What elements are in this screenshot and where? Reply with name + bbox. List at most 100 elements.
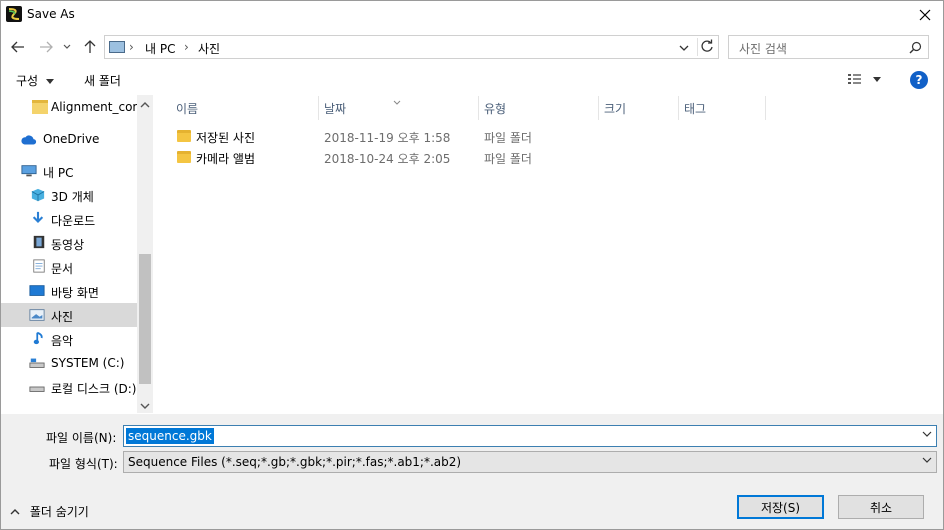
hide-folders-button[interactable]: 폴더 숨기기	[10, 503, 89, 520]
arrow-left-icon	[11, 41, 24, 53]
nav-item-label: 다운로드	[51, 214, 96, 228]
nav-item-3d-objects[interactable]: 3D 개체	[0, 183, 137, 207]
column-divider[interactable]	[598, 96, 599, 120]
nav-item-desktop[interactable]: 바탕 화면	[0, 279, 137, 303]
chevron-down-icon	[922, 457, 932, 463]
nav-item-label: 내 PC	[43, 166, 74, 180]
recent-locations-button[interactable]	[60, 36, 74, 58]
computer-icon	[21, 165, 37, 177]
column-header-date[interactable]: 날짜	[324, 100, 346, 117]
drive-icon	[29, 358, 45, 368]
scrollbar-thumb[interactable]	[139, 254, 151, 384]
navigation-pane: Alignment_com OneDrive 내 PC 3D 개체 다운로드 동…	[0, 95, 152, 413]
folder-icon	[177, 130, 191, 142]
filetype-label: 파일 형식(T):	[49, 457, 118, 471]
pictures-icon	[29, 309, 45, 321]
file-type: 파일 폴더	[484, 152, 532, 166]
filename-field[interactable]: sequence.gbk	[123, 425, 937, 447]
folder-icon	[177, 151, 191, 163]
nav-item-label: Alignment_com	[51, 100, 145, 114]
help-button[interactable]: ?	[910, 71, 928, 89]
nav-item-label: 문서	[51, 262, 74, 276]
nav-item-this-pc[interactable]: 내 PC	[0, 159, 137, 183]
column-header-tags[interactable]: 태그	[684, 100, 706, 117]
address-bar[interactable]: › 내 PC › 사진	[104, 35, 719, 59]
search-placeholder: 사진 검색	[739, 42, 787, 56]
nav-item-videos[interactable]: 동영상	[0, 231, 137, 255]
address-dropdown[interactable]	[679, 41, 689, 55]
sort-indicator	[393, 94, 401, 108]
close-button[interactable]	[910, 2, 940, 28]
nav-item-alignment-com[interactable]: Alignment_com	[0, 95, 144, 119]
desktop-icon	[29, 285, 45, 296]
chevron-down-icon[interactable]	[922, 430, 932, 438]
arrow-right-icon	[40, 41, 53, 53]
scroll-up-button[interactable]	[139, 99, 151, 113]
cancel-button[interactable]: 취소	[838, 495, 924, 519]
breadcrumb-item[interactable]: 내 PC	[145, 40, 175, 57]
view-options-button[interactable]	[846, 72, 886, 89]
breadcrumb-separator: ›	[184, 40, 189, 54]
filename-label: 파일 이름(N):	[46, 431, 117, 445]
details-view-icon	[848, 74, 881, 84]
nav-item-label: SYSTEM (C:)	[51, 356, 125, 370]
filetype-value: Sequence Files (*.seq;*.gb;*.gbk;*.pir;*…	[128, 455, 462, 469]
nav-item-drive-d[interactable]: 로컬 디스크 (D:)	[0, 375, 137, 399]
column-header-name[interactable]: 이름	[176, 100, 198, 117]
refresh-icon	[701, 39, 713, 52]
nav-item-label: 음악	[51, 334, 74, 348]
nav-item-label: 사진	[51, 310, 74, 324]
nav-item-label: 동영상	[51, 238, 85, 252]
breadcrumb-item[interactable]: 사진	[198, 40, 220, 57]
file-date: 2018-11-19 오후 1:58	[324, 131, 451, 145]
new-folder-button[interactable]: 새 폴더	[84, 72, 121, 89]
chevron-down-icon	[393, 100, 401, 105]
scroll-down-button[interactable]	[139, 400, 151, 414]
file-row[interactable]: 카메라 앨범 2018-10-24 오후 2:05 파일 폴더	[173, 148, 573, 168]
arrow-up-icon	[84, 40, 96, 53]
search-icon	[909, 41, 922, 54]
forward-button[interactable]	[36, 36, 56, 58]
app-icon	[6, 6, 22, 22]
window-title: Save As	[27, 7, 75, 21]
breadcrumb-separator: ›	[129, 40, 134, 54]
nav-item-downloads[interactable]: 다운로드	[0, 207, 137, 231]
nav-item-drive-c[interactable]: SYSTEM (C:)	[0, 351, 137, 375]
up-button[interactable]	[80, 36, 100, 58]
chevron-up-icon	[10, 509, 20, 515]
video-icon	[33, 235, 45, 249]
file-date: 2018-10-24 오후 2:05	[324, 152, 451, 166]
column-header-size[interactable]: 크기	[604, 100, 626, 117]
caret-down-icon	[45, 79, 54, 84]
chevron-down-icon	[679, 45, 689, 51]
nav-item-label: OneDrive	[43, 132, 100, 146]
nav-item-label: 로컬 디스크 (D:)	[51, 382, 137, 396]
cube-3d-icon	[31, 188, 45, 202]
computer-icon	[109, 41, 125, 53]
column-divider[interactable]	[678, 96, 679, 120]
nav-item-music[interactable]: 음악	[0, 327, 137, 351]
title-bar: Save As	[0, 0, 944, 30]
column-header-type[interactable]: 유형	[484, 100, 506, 117]
close-icon	[919, 9, 931, 21]
filetype-select[interactable]: Sequence Files (*.seq;*.gb;*.gbk;*.pir;*…	[123, 451, 937, 473]
back-button[interactable]	[8, 36, 28, 58]
column-divider[interactable]	[318, 96, 319, 120]
file-row[interactable]: 저장된 사진 2018-11-19 오후 1:58 파일 폴더	[173, 127, 573, 147]
column-divider[interactable]	[765, 96, 766, 120]
hide-folders-label: 폴더 숨기기	[29, 505, 89, 519]
save-button[interactable]: 저장(S)	[737, 495, 824, 519]
filename-value: sequence.gbk	[126, 428, 214, 444]
search-input[interactable]: 사진 검색	[728, 35, 929, 59]
nav-item-pictures[interactable]: 사진	[0, 303, 137, 327]
nav-item-documents[interactable]: 문서	[0, 255, 137, 279]
divider	[697, 38, 698, 56]
file-name: 카메라 앨범	[196, 152, 256, 166]
column-divider[interactable]	[478, 96, 479, 120]
nav-item-onedrive[interactable]: OneDrive	[0, 127, 137, 151]
organize-menu[interactable]: 구성	[16, 72, 54, 89]
chevron-up-icon	[140, 102, 150, 108]
cloud-icon	[21, 135, 37, 145]
chevron-down-icon	[63, 44, 71, 49]
refresh-button[interactable]	[700, 39, 714, 56]
